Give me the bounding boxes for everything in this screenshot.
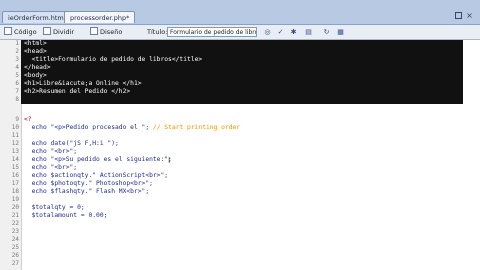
split-view-label: Dividir: [53, 28, 75, 36]
code-line: echo "<br>";: [24, 148, 78, 155]
line-number: 24: [11, 236, 19, 243]
browser-icon[interactable]: ◎: [263, 28, 272, 37]
line-number: 25: [11, 244, 19, 251]
tab-label: processorder.php*: [70, 14, 130, 22]
code-line: <h2>Resumen del Pedido </h2>: [24, 88, 131, 95]
debug-icon[interactable]: ✱: [289, 28, 298, 37]
tab-processorder[interactable]: processorder.php*: [64, 11, 136, 23]
editor-window: ieOrderForm.htm processorder.php* × Códi…: [0, 0, 480, 270]
code-line: <h1>Libre&iacute;a Online </h1>: [24, 80, 142, 87]
line-number: 13: [11, 148, 19, 155]
line-number: 26: [11, 252, 19, 259]
code-line: echo date("jS F,H:i ");: [24, 140, 119, 147]
line-number: 20: [11, 204, 19, 211]
line-number: 18: [11, 188, 19, 195]
line-number: 9: [15, 116, 19, 123]
code-line: $totalqty = 0;: [24, 204, 85, 211]
design-view-label: Diseño: [100, 28, 123, 36]
validate-icon[interactable]: ✓: [276, 28, 285, 37]
tab-label: ieOrderForm.htm: [8, 14, 64, 22]
split-view-icon: [43, 27, 51, 35]
restore-icon[interactable]: [455, 12, 462, 19]
code-view-icon: [4, 27, 12, 35]
line-number: 27: [11, 260, 19, 267]
page-title-input[interactable]: Formulario de pedido de libros: [167, 27, 257, 37]
code-line: echo $flashqty." Flash MX<br>";: [24, 188, 150, 195]
line-number-gutter: 1 2 3 4 5 6 7 8 9 10 11 12 13 14 15 16 1…: [0, 40, 22, 270]
line-number: 15: [11, 164, 19, 171]
line-number: 7: [15, 88, 19, 95]
tab-ieorderform[interactable]: ieOrderForm.htm: [2, 11, 70, 23]
code-line: <head>: [24, 48, 47, 55]
line-number: 21: [11, 212, 19, 219]
window-controls: ×: [455, 10, 475, 22]
code-string: echo "<p>Pedido procesado el ";: [24, 124, 153, 131]
page-options-icon[interactable]: ▦: [336, 28, 345, 37]
code-line: <html>: [24, 40, 47, 47]
design-view-icon: [90, 27, 98, 35]
refresh-icon[interactable]: ↻: [322, 28, 331, 37]
line-number: 14: [11, 156, 19, 163]
line-number: 12: [11, 140, 19, 147]
code-line: $totalamount = 0.00;: [24, 212, 108, 219]
code-editor[interactable]: 1 2 3 4 5 6 7 8 9 10 11 12 13 14 15 16 1…: [0, 40, 480, 270]
line-number: 4: [15, 64, 19, 71]
line-number: 1: [15, 40, 19, 47]
document-toolbar: Código Dividir Diseño Título: Formulario…: [0, 25, 480, 40]
options-icon[interactable]: ▤: [304, 28, 313, 37]
design-view-button[interactable]: Diseño: [90, 26, 122, 38]
text-cursor-icon: I: [168, 156, 171, 165]
code-line: echo "<br>";: [24, 164, 78, 171]
line-number: 3: [15, 56, 19, 63]
line-number: 17: [11, 180, 19, 187]
line-number: 16: [11, 172, 19, 179]
code-line: echo "<p>Pedido procesado el "; // Start…: [24, 124, 241, 132]
split-view-button[interactable]: Dividir: [43, 26, 74, 38]
line-number: 6: [15, 80, 19, 87]
code-line: <?: [24, 116, 32, 123]
code-line: echo $photoqty." Photoshop<br>";: [24, 180, 153, 187]
code-view-label: Código: [14, 28, 37, 36]
code-line: <body>: [24, 72, 47, 79]
document-tab-bar: ieOrderForm.htm processorder.php* ×: [0, 0, 480, 25]
line-number: 11: [11, 132, 19, 139]
code-line: </head>: [24, 64, 51, 71]
code-line: echo "<p>Su pedido es el siguiente:";: [24, 156, 172, 163]
line-number: 23: [11, 228, 19, 235]
line-number: 8: [15, 96, 19, 103]
line-number: 22: [11, 220, 19, 227]
line-number: 10: [11, 124, 19, 131]
code-comment: // Start printing order: [152, 124, 241, 131]
close-icon[interactable]: ×: [466, 12, 473, 20]
line-number: 5: [15, 72, 19, 79]
title-label: Título:: [147, 28, 168, 36]
line-number: 19: [11, 196, 19, 203]
code-line: <title>Formulario de pedido de libros</t…: [24, 56, 203, 63]
code-line: echo $actionqty." ActionScript<br>";: [24, 172, 169, 179]
line-number: 2: [15, 48, 19, 55]
code-view-button[interactable]: Código: [4, 26, 37, 38]
